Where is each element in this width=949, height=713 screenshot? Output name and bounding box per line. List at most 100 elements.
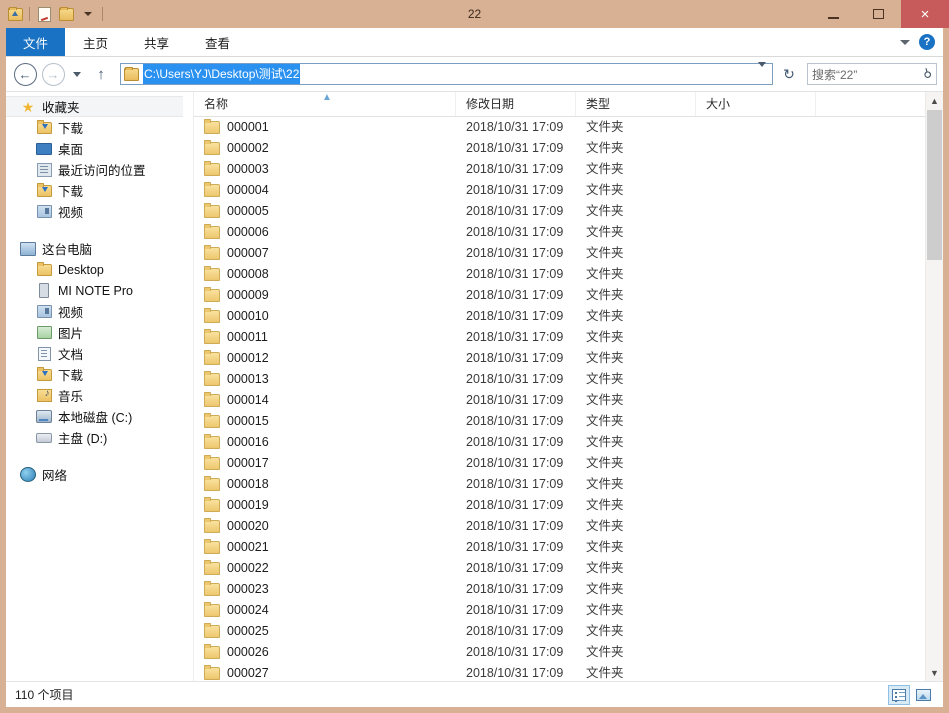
cell-name: 000004 [194,180,456,201]
table-row[interactable]: 000013 2018/10/31 17:09 文件夹 [194,369,925,390]
close-button[interactable]: × [901,0,949,28]
navigation-pane[interactable]: ★ 收藏夹 下载 桌面 最近访问的位置 下载 视频 这台电脑 Desktop M… [6,92,194,681]
address-bar[interactable]: C:\Users\YJ\Desktop\测试\22 [120,62,773,85]
sidebar-item-documents[interactable]: 文档 [6,343,193,364]
sidebar-item-downloads-2[interactable]: 下载 [6,180,193,201]
ribbon-right-controls[interactable]: ? [900,28,943,56]
navigation-bar[interactable]: ← → ↑ C:\Users\YJ\Desktop\测试\22 ↻ 搜索“22”… [6,57,943,91]
sidebar-item-downloads-pc[interactable]: 下载 [6,364,193,385]
table-row[interactable]: 000018 2018/10/31 17:09 文件夹 [194,474,925,495]
cell-date-modified: 2018/10/31 17:09 [466,204,564,218]
scroll-up-button[interactable]: ▲ [926,92,943,109]
sidebar-item-this-pc[interactable]: 这台电脑 [6,238,193,259]
address-dropdown-icon[interactable] [752,62,772,81]
table-row[interactable]: 000027 2018/10/31 17:09 文件夹 [194,663,925,681]
table-row[interactable]: 000012 2018/10/31 17:09 文件夹 [194,348,925,369]
cell-name: 000017 [194,453,456,474]
table-row[interactable]: 000001 2018/10/31 17:09 文件夹 [194,117,925,138]
file-list-pane[interactable]: 名称 修改日期 类型 大小 ▲ 000001 2018/10/31 17:09 文件… [194,92,925,681]
table-row[interactable]: 000008 2018/10/31 17:09 文件夹 [194,264,925,285]
sidebar-item-recent-places[interactable]: 最近访问的位置 [6,159,193,180]
table-row[interactable]: 000002 2018/10/31 17:09 文件夹 [194,138,925,159]
forward-button[interactable]: → [40,61,66,87]
table-row[interactable]: 000007 2018/10/31 17:09 文件夹 [194,243,925,264]
cell-date-modified: 2018/10/31 17:09 [466,225,564,239]
sidebar-item-mi-note-pro[interactable]: MI NOTE Pro [6,280,193,301]
scroll-down-button[interactable]: ▼ [926,664,943,681]
maximize-button[interactable] [856,0,901,28]
cell-name: 000014 [194,390,456,411]
recent-locations-button[interactable] [68,61,86,87]
quick-access-dropdown-icon[interactable] [78,4,98,24]
table-row[interactable]: 000006 2018/10/31 17:09 文件夹 [194,222,925,243]
column-headers[interactable]: 名称 修改日期 类型 大小 ▲ [194,92,925,117]
sidebar-item-videos[interactable]: 视频 [6,201,193,222]
sidebar-item-drive-d[interactable]: 主盘 (D:) [6,427,193,448]
table-row[interactable]: 000019 2018/10/31 17:09 文件夹 [194,495,925,516]
sidebar-item-favorites[interactable]: ★ 收藏夹 [6,96,183,117]
table-row[interactable]: 000026 2018/10/31 17:09 文件夹 [194,642,925,663]
sidebar-item-videos-pc[interactable]: 视频 [6,301,193,322]
back-button[interactable]: ← [12,61,38,87]
table-row[interactable]: 000022 2018/10/31 17:09 文件夹 [194,558,925,579]
tab-view[interactable]: 查看 [187,28,248,56]
table-row[interactable]: 000021 2018/10/31 17:09 文件夹 [194,537,925,558]
table-row[interactable]: 000015 2018/10/31 17:09 文件夹 [194,411,925,432]
table-row[interactable]: 000016 2018/10/31 17:09 文件夹 [194,432,925,453]
ribbon-tab-bar[interactable]: 文件 主页 共享 查看 ? [6,28,943,57]
table-row[interactable]: 000014 2018/10/31 17:09 文件夹 [194,390,925,411]
large-icons-view-button[interactable] [912,685,934,705]
table-row[interactable]: 000003 2018/10/31 17:09 文件夹 [194,159,925,180]
vertical-scrollbar[interactable]: ▲ ▼ [925,92,943,681]
sidebar-item-music[interactable]: 音乐 [6,385,193,406]
address-input[interactable]: C:\Users\YJ\Desktop\测试\22 [143,64,301,84]
window-controls[interactable]: × [811,0,949,28]
search-box[interactable]: 搜索“22” ☌ [807,63,937,85]
cell-date-modified: 2018/10/31 17:09 [466,246,564,260]
cell-size [696,180,816,201]
tab-home[interactable]: 主页 [65,28,126,56]
cell-type: 文件夹 [586,330,624,344]
table-row[interactable]: 000017 2018/10/31 17:09 文件夹 [194,453,925,474]
column-header-size[interactable]: 大小 [696,92,816,116]
up-button[interactable]: ↑ [88,61,114,87]
sidebar-item-network[interactable]: 网络 [6,464,193,485]
properties-icon[interactable] [56,4,76,24]
search-input[interactable]: 搜索“22” [812,66,923,83]
table-row[interactable]: 000005 2018/10/31 17:09 文件夹 [194,201,925,222]
details-view-button[interactable] [888,684,910,705]
cell-type: 文件夹 [586,120,624,134]
sidebar-item-local-disk-c[interactable]: 本地磁盘 (C:) [6,406,193,427]
column-header-date[interactable]: 修改日期 [456,92,576,116]
new-folder-icon[interactable] [34,4,54,24]
chevron-down-icon[interactable] [900,39,910,45]
folder-up-icon[interactable] [5,4,25,24]
quick-access-toolbar[interactable] [0,3,105,25]
help-icon[interactable]: ? [919,34,935,50]
sidebar-item-pictures[interactable]: 图片 [6,322,193,343]
file-rows-container[interactable]: 000001 2018/10/31 17:09 文件夹 000002 2018/10/3… [194,117,925,681]
folder-icon [204,182,220,197]
refresh-button[interactable]: ↻ [777,63,801,85]
scrollbar-thumb[interactable] [927,110,942,260]
tab-file[interactable]: 文件 [6,28,66,56]
table-row[interactable]: 000009 2018/10/31 17:09 文件夹 [194,285,925,306]
cell-name: 000005 [194,201,456,222]
sidebar-item-desktop-folder[interactable]: Desktop [6,259,193,280]
table-row[interactable]: 000020 2018/10/31 17:09 文件夹 [194,516,925,537]
view-mode-buttons[interactable] [888,684,934,705]
column-header-type[interactable]: 类型 [576,92,696,116]
videos-icon [36,304,52,320]
table-row[interactable]: 000023 2018/10/31 17:09 文件夹 [194,579,925,600]
table-row[interactable]: 000024 2018/10/31 17:09 文件夹 [194,600,925,621]
table-row[interactable]: 000011 2018/10/31 17:09 文件夹 [194,327,925,348]
table-row[interactable]: 000010 2018/10/31 17:09 文件夹 [194,306,925,327]
tab-share[interactable]: 共享 [126,28,187,56]
sidebar-item-downloads[interactable]: 下载 [6,117,193,138]
table-row[interactable]: 000025 2018/10/31 17:09 文件夹 [194,621,925,642]
table-row[interactable]: 000004 2018/10/31 17:09 文件夹 [194,180,925,201]
folder-icon [204,497,220,512]
title-bar[interactable]: 22 × [0,0,949,28]
sidebar-item-desktop[interactable]: 桌面 [6,138,193,159]
minimize-button[interactable] [811,0,856,28]
